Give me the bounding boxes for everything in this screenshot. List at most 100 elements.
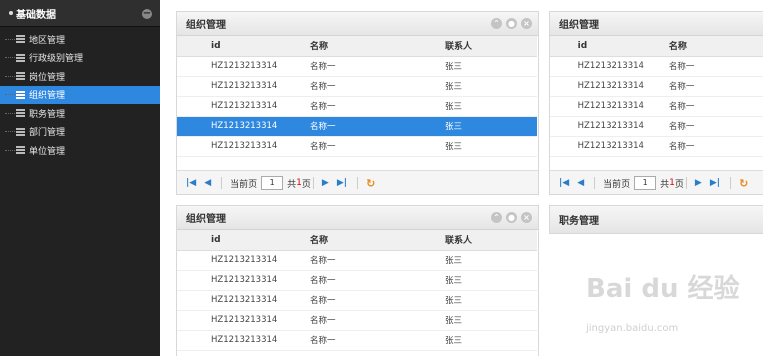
sidebar-item[interactable]: 部门管理 (0, 123, 160, 142)
pagination-bar: |◀ ◀ 当前页 1 共1页 ▶ ▶| ↻ (550, 170, 763, 194)
table-row[interactable]: HZ1213213314 名称一 张三 (177, 270, 537, 291)
row-select-cell[interactable] (550, 96, 572, 117)
row-select-cell[interactable] (550, 136, 572, 157)
table-row[interactable]: HZ1213213314 名称一 张三 (177, 56, 537, 77)
sidebar-item[interactable]: 行政级别管理 (0, 49, 160, 68)
table-cell: 名称一 (304, 250, 439, 271)
column-header[interactable]: id (571, 36, 663, 57)
row-select-cell[interactable] (177, 310, 205, 331)
divider (357, 177, 359, 189)
org-panel-main: 组织管理 ⌃ ● × id 名称 联系人 HZ1213213314 名称一 张三 HZ12… (176, 11, 539, 195)
settings-icon[interactable]: ● (506, 212, 517, 223)
current-page-label: 当前页 (230, 179, 258, 190)
sidebar-title: 基础数据 (16, 9, 56, 21)
position-panel: 职务管理 (549, 205, 763, 234)
page-number-input[interactable]: 1 (261, 176, 284, 190)
row-select-cell[interactable] (177, 96, 205, 117)
org-table: id 名称 联系人 HZ1213213314 名称一 张三 HZ1213213314 名称一… (177, 36, 537, 157)
column-header[interactable]: 名称 (662, 36, 763, 57)
row-select-cell[interactable] (177, 330, 205, 351)
column-header[interactable]: id (205, 230, 304, 251)
column-header[interactable]: id (205, 36, 304, 57)
settings-icon[interactable]: ● (506, 18, 517, 29)
table-cell: 张三 (439, 270, 537, 291)
table-row[interactable]: HZ1213213314 名称一 张三 (177, 76, 537, 97)
prev-page-icon[interactable]: ◀ (577, 178, 584, 188)
first-page-icon[interactable]: |◀ (186, 178, 196, 188)
prev-page-icon[interactable]: ◀ (204, 178, 211, 188)
sidebar: 基础数据 − 地区管理行政级别管理岗位管理组织管理 职务管理 部门管理 单位管理 (0, 0, 160, 356)
org-table: id 名称 联系人 HZ1213213314 名称一 张三 HZ1213213314 名称一… (177, 230, 537, 351)
sidebar-item-label: 地区管理 (29, 35, 66, 46)
panel-title: 组织管理 (559, 20, 599, 31)
table-cell: 张三 (439, 56, 537, 77)
org-table: id 名称 HZ1213213314 名称一 HZ1213213314 名称一 HZ121… (550, 36, 763, 157)
row-select-cell[interactable] (177, 250, 205, 271)
row-select-cell[interactable] (177, 76, 205, 97)
row-select-cell[interactable] (177, 270, 205, 291)
table-cell: 张三 (439, 96, 537, 117)
table-cell: 张三 (439, 116, 537, 137)
column-header[interactable]: 名称 (304, 36, 439, 57)
column-header[interactable]: 联系人 (439, 230, 537, 251)
panel-title: 职务管理 (559, 216, 599, 227)
table-row[interactable]: HZ1213213314 名称一 (550, 96, 763, 117)
sidebar-item[interactable]: 地区管理 (0, 30, 160, 49)
refresh-icon[interactable]: ↻ (366, 177, 375, 190)
last-page-icon[interactable]: ▶| (337, 178, 347, 188)
sidebar-item[interactable]: 组织管理 (0, 85, 160, 104)
sidebar-item[interactable]: 岗位管理 (0, 67, 160, 86)
table-cell: 名称一 (304, 330, 439, 351)
select-column-header (177, 230, 205, 251)
table-cell: HZ1213213314 (571, 136, 663, 157)
table-row[interactable]: HZ1213213314 名称一 (550, 116, 763, 137)
collapse-icon[interactable]: − (142, 9, 152, 19)
tree-line (5, 131, 15, 133)
watermark-logo: Bai du 经验 (586, 274, 740, 304)
table-row[interactable]: HZ1213213314 名称一 (550, 136, 763, 157)
row-select-cell[interactable] (177, 290, 205, 311)
page-number-input[interactable]: 1 (634, 176, 657, 190)
table-row[interactable]: HZ1213213314 名称一 张三 (177, 136, 537, 157)
row-select-cell[interactable] (177, 136, 205, 157)
total-prefix: 共 (660, 179, 670, 190)
row-select-cell[interactable] (550, 116, 572, 137)
first-page-icon[interactable]: |◀ (559, 178, 569, 188)
row-select-cell[interactable] (550, 76, 572, 97)
collapse-icon[interactable]: ⌃ (491, 18, 502, 29)
pagination-bar: |◀ ◀ 当前页 1 共1页 ▶ ▶| ↻ (177, 170, 538, 194)
close-icon[interactable]: × (521, 212, 532, 223)
table-row[interactable]: HZ1213213314 名称一 张三 (177, 330, 537, 351)
column-header[interactable]: 名称 (304, 230, 439, 251)
collapse-icon[interactable]: ⌃ (491, 212, 502, 223)
column-header[interactable]: 联系人 (439, 36, 537, 57)
table-row[interactable]: HZ1213213314 名称一 张三 (177, 250, 537, 271)
refresh-icon[interactable]: ↻ (739, 177, 748, 190)
sidebar-item-label: 岗位管理 (29, 72, 66, 83)
row-select-cell[interactable] (550, 56, 572, 77)
divider (685, 177, 687, 189)
table-row[interactable]: HZ1213213314 名称一 张三 (177, 290, 537, 311)
row-select-cell[interactable] (177, 116, 205, 137)
table-cell: HZ1213213314 (205, 56, 304, 77)
sidebar-item[interactable]: 职务管理 (0, 104, 160, 123)
table-cell: HZ1213213314 (205, 290, 304, 311)
sidebar-item[interactable]: 单位管理 (0, 141, 160, 160)
sidebar-header[interactable]: 基础数据 − (0, 0, 160, 27)
next-page-icon[interactable]: ▶ (322, 178, 329, 188)
row-select-cell[interactable] (177, 56, 205, 77)
table-row[interactable]: HZ1213213314 名称一 张三 (177, 116, 537, 137)
list-icon (16, 146, 25, 155)
table-cell: 名称一 (304, 310, 439, 331)
divider (730, 177, 732, 189)
panel-title: 组织管理 (186, 20, 226, 31)
watermark-url: jingyan.baidu.com (586, 323, 679, 334)
panel-header: 组织管理 (550, 12, 763, 36)
close-icon[interactable]: × (521, 18, 532, 29)
next-page-icon[interactable]: ▶ (695, 178, 702, 188)
last-page-icon[interactable]: ▶| (710, 178, 720, 188)
table-row[interactable]: HZ1213213314 名称一 张三 (177, 310, 537, 331)
table-row[interactable]: HZ1213213314 名称一 (550, 56, 763, 77)
table-row[interactable]: HZ1213213314 名称一 (550, 76, 763, 97)
table-row[interactable]: HZ1213213314 名称一 张三 (177, 96, 537, 117)
